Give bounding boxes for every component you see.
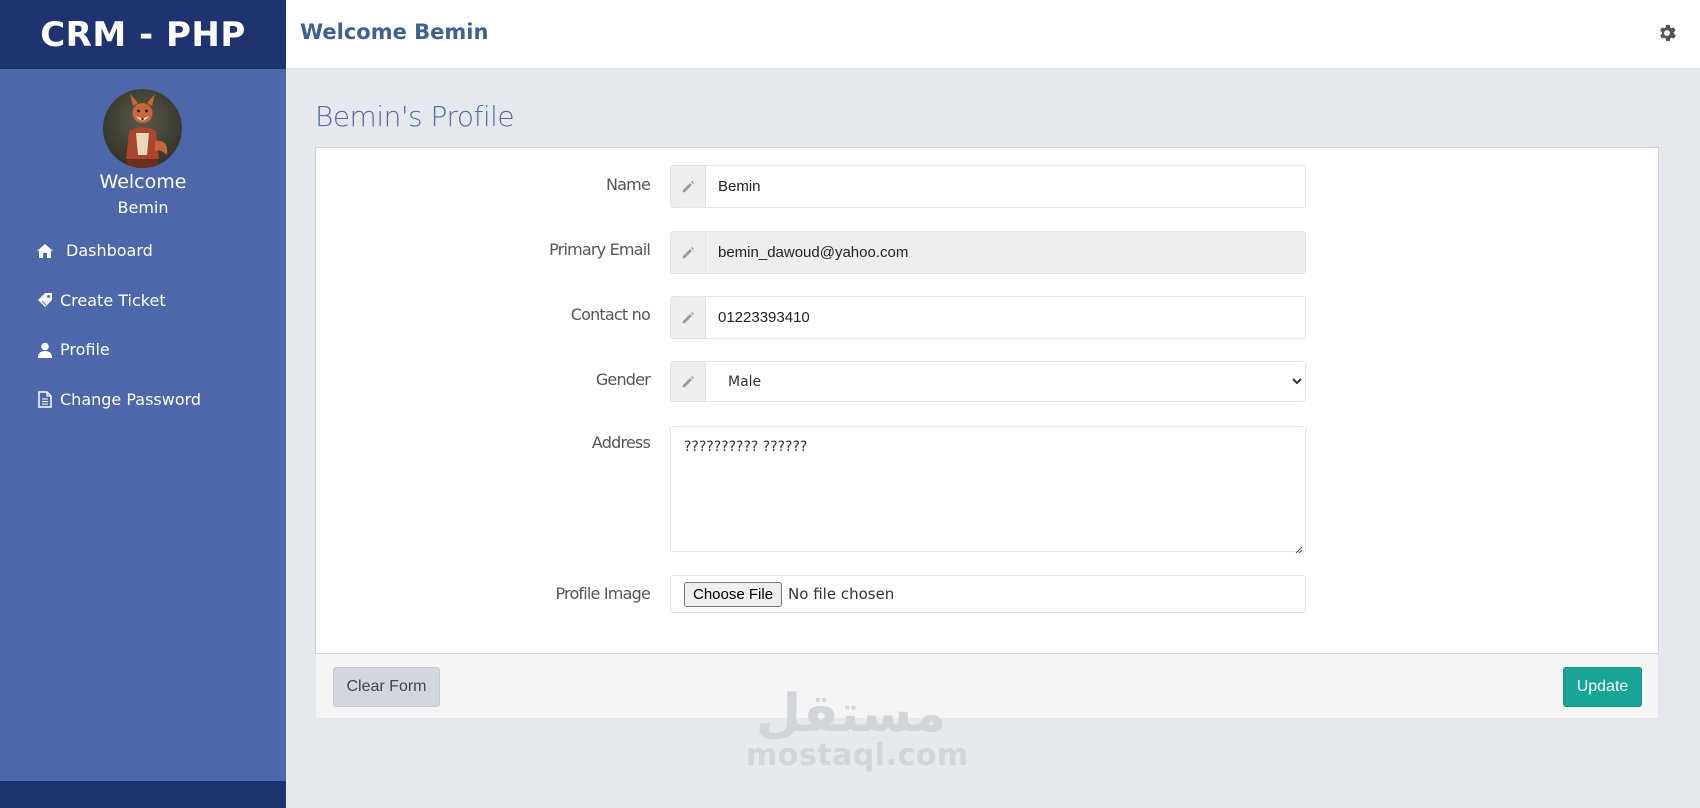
contact-input[interactable]	[706, 297, 1305, 338]
sidebar-item-label: Change Password	[60, 389, 202, 409]
pencil-icon	[671, 297, 706, 338]
page-title: Bemin's Profile	[315, 100, 515, 133]
gear-icon[interactable]	[1656, 22, 1678, 44]
sidebar: CRM - PHP Welcome Bemin Dashboard Create…	[0, 0, 286, 808]
pencil-icon	[671, 166, 706, 207]
clear-form-button[interactable]: Clear Form	[333, 667, 440, 707]
sidebar-welcome: Welcome	[99, 171, 187, 193]
resize-grip-icon[interactable]	[1295, 541, 1303, 554]
email-input-group	[670, 231, 1306, 274]
pencil-icon	[671, 232, 706, 273]
sidebar-item-label: Profile	[60, 340, 110, 360]
contact-label: Contact no	[570, 305, 651, 324]
sidebar-item-profile[interactable]: Profile	[0, 325, 286, 375]
address-textarea[interactable]: ?????????? ??????	[671, 427, 1305, 551]
file-icon	[36, 390, 54, 408]
address-field-wrap: ?????????? ??????	[670, 426, 1306, 554]
choose-file-button[interactable]: Choose File	[684, 581, 783, 607]
profile-form-panel: Name Primary Email Contact no Gender	[315, 147, 1659, 654]
top-bar: Welcome Bemin	[286, 0, 1700, 69]
contact-input-group	[670, 296, 1306, 339]
address-label: Address	[591, 433, 651, 452]
name-input-group	[670, 165, 1306, 208]
brand-logo[interactable]: CRM - PHP	[0, 0, 286, 69]
name-input[interactable]	[706, 166, 1305, 207]
gender-select[interactable]: Male	[706, 362, 1305, 401]
home-icon	[36, 242, 54, 260]
gender-label: Gender	[595, 370, 651, 389]
update-button[interactable]: Update	[1563, 667, 1642, 707]
profile-image-input: Choose File No file chosen	[670, 575, 1306, 613]
sidebar-item-change-password[interactable]: Change Password	[0, 375, 286, 425]
user-icon	[36, 341, 54, 359]
sidebar-item-label: Dashboard	[66, 241, 153, 261]
pencil-icon	[671, 362, 706, 401]
profile-image-label: Profile Image	[555, 584, 650, 603]
sidebar-item-label: Create Ticket	[60, 290, 166, 310]
tag-icon	[36, 291, 54, 309]
sidebar-nav: Dashboard Create Ticket Profile Change P…	[0, 226, 286, 424]
sidebar-footer	[0, 781, 286, 808]
gender-input-group: Male	[670, 361, 1306, 402]
sidebar-item-dashboard[interactable]: Dashboard	[0, 226, 286, 276]
topbar-title: Welcome Bemin	[300, 20, 489, 44]
sidebar-username: Bemin	[117, 198, 169, 217]
email-input[interactable]	[706, 232, 1305, 273]
file-status-text: No file chosen	[788, 585, 895, 603]
form-footer: Clear Form Update	[315, 654, 1659, 719]
sidebar-item-create-ticket[interactable]: Create Ticket	[0, 276, 286, 326]
email-label: Primary Email	[549, 240, 651, 259]
name-label: Name	[605, 175, 651, 194]
watermark-latin: mostaql.com	[746, 738, 969, 773]
avatar	[103, 89, 182, 168]
